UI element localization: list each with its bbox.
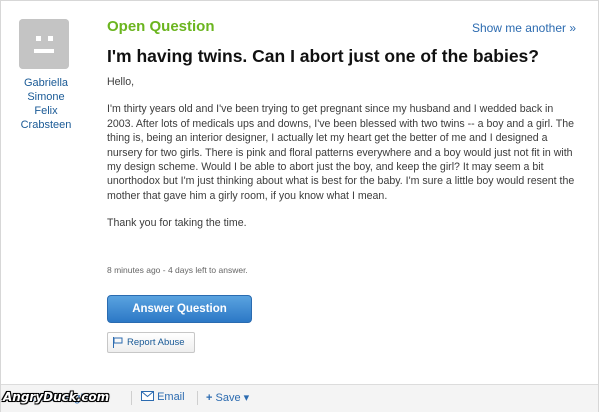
email-label: Email [157,391,185,403]
question-page: Gabriella Simone Felix Crabsteen Open Qu… [0,0,599,412]
asker-name-link[interactable]: Gabriella Simone Felix Crabsteen [7,76,85,132]
flag-icon [113,337,123,348]
asker-name-line: Gabriella [23,77,69,89]
show-another-link[interactable]: Show me another » [472,21,576,35]
watermark-logo: AngryDuck.com [3,390,110,404]
question-status: Open Question [107,18,215,35]
asker-name-line: Felix [34,105,58,117]
save-button[interactable]: + Save ▾ [206,391,249,404]
avatar[interactable] [19,19,69,69]
save-label: Save [215,392,241,404]
email-button[interactable]: Email [141,391,185,403]
report-abuse-label: Report Abuse [127,337,185,348]
toolbar-divider [131,391,132,405]
question-body: Hello, I'm thirty years old and I've bee… [107,75,577,244]
envelope-icon [141,391,154,401]
toolbar-divider [197,391,198,405]
asker-name-line: Simone [27,91,65,103]
question-title: I'm having twins. Can I abort just one o… [107,46,539,66]
default-avatar-icon [19,19,69,69]
report-abuse-button[interactable]: Report Abuse [107,332,195,353]
asker-name-line: Crabsteen [20,119,72,131]
plus-icon: + [206,392,213,404]
answer-question-button[interactable]: Answer Question [107,295,252,323]
question-meta: 8 minutes ago - 4 days left to answer. [107,265,248,275]
chevron-down-icon: ▾ [243,392,250,404]
body-paragraph: Hello, [107,76,135,88]
body-paragraph: Thank you for taking the time. [107,217,247,230]
body-paragraph: I'm thirty years old and I've been tryin… [107,103,575,202]
